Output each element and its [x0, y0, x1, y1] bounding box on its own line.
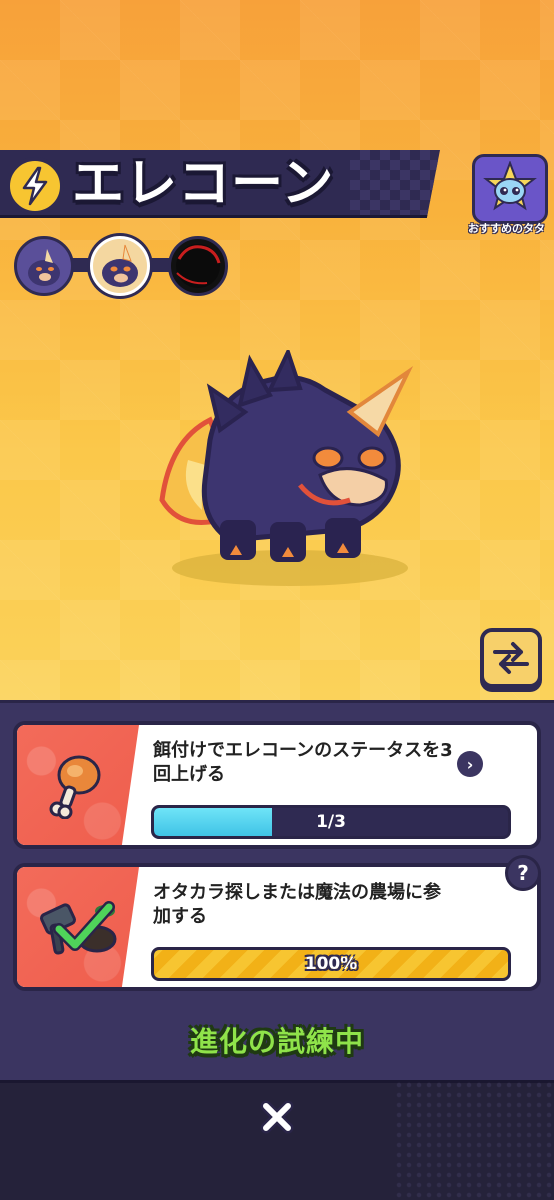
- task-card-feed: 餌付けでエレコーンのステータスを3回上げる › 1/3: [13, 721, 541, 849]
- progress-label: 100%: [304, 954, 358, 974]
- progress-label: 1/3: [316, 812, 346, 832]
- recommend-button[interactable]: おすすめのタタ: [468, 154, 550, 235]
- meat-icon: [39, 749, 109, 820]
- evolution-stages: [14, 236, 234, 298]
- help-button[interactable]: ?: [505, 855, 541, 891]
- footer-pattern: [394, 1080, 554, 1200]
- banner-pattern: [350, 150, 440, 215]
- task-progress-bar: 1/3: [151, 805, 511, 839]
- swap-arrows-icon: [493, 642, 529, 674]
- recommend-label: おすすめのタタ: [468, 222, 545, 235]
- chevron-right-icon: ›: [466, 754, 474, 774]
- task-text: オタカラ探しまたは魔法の農場に参加する: [153, 882, 441, 927]
- close-button[interactable]: [252, 1092, 302, 1142]
- electric-type-icon: [6, 157, 64, 215]
- swap-button[interactable]: [480, 628, 542, 688]
- monster-scene: エレコーン おすすめのタタ: [0, 0, 554, 700]
- task-card-join: オタカラ探しまたは魔法の農場に参加する 100%: [13, 863, 541, 991]
- task-progress-bar: 100%: [151, 947, 511, 981]
- evolution-stage-3-locked[interactable]: [168, 236, 228, 296]
- recommend-icon: [472, 154, 548, 224]
- question-icon: ?: [517, 861, 529, 885]
- completed-check-icon: [39, 891, 117, 961]
- evolution-stage-2-selected[interactable]: [90, 236, 150, 296]
- evolution-status: 進化の試練中: [189, 1025, 364, 1058]
- monster-name: エレコーン: [72, 154, 335, 214]
- close-icon: [260, 1100, 294, 1134]
- task-detail-button[interactable]: ›: [457, 751, 483, 777]
- monster-illustration: [150, 346, 420, 590]
- task-text: 餌付けでエレコーンのステータスを3回上げる: [153, 740, 453, 785]
- evolution-stage-1[interactable]: [14, 236, 74, 296]
